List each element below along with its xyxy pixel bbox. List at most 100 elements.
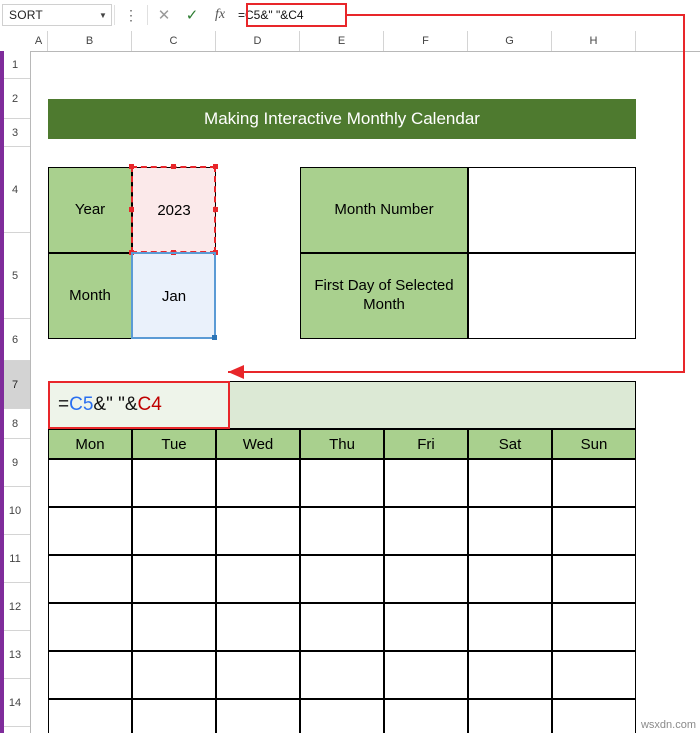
calendar-title-banner: Making Interactive Monthly Calendar: [48, 99, 636, 139]
cell-area: Making Interactive Monthly Calendar Year…: [30, 51, 700, 733]
spreadsheet-grid: ABCDEFGH 1 2 3 4 5 6 7 8 9 10 11 12 13 14 Making Inte…: [0, 31, 700, 733]
calendar-day-cell[interactable]: [48, 459, 132, 507]
column-header-b[interactable]: B: [48, 31, 132, 51]
month-value-cell[interactable]: Jan: [132, 253, 216, 339]
first-day-label: First Day of Selected Month: [300, 253, 468, 339]
insert-function-icon[interactable]: fx: [206, 2, 234, 28]
calendar-day-cell[interactable]: [216, 555, 300, 603]
month-label: Month: [48, 253, 132, 339]
calendar-day-cell[interactable]: [216, 651, 300, 699]
row-header-7[interactable]: 7: [0, 361, 30, 409]
calendar-day-cell[interactable]: [216, 459, 300, 507]
cancel-icon[interactable]: ✕: [150, 2, 178, 28]
formula-equals: =: [58, 394, 70, 415]
calendar-day-cell[interactable]: [300, 459, 384, 507]
calendar-day-cell[interactable]: [468, 459, 552, 507]
calendar-day-cell[interactable]: [132, 651, 216, 699]
column-header-c[interactable]: C: [132, 31, 216, 51]
year-label-text: Year: [74, 200, 106, 218]
calendar-day-cell[interactable]: [552, 459, 636, 507]
row-header-column: 1 2 3 4 5 6 7 8 9 10 11 12 13 14: [0, 51, 31, 733]
column-header-a[interactable]: A: [30, 31, 48, 51]
month-value-text: Jan: [161, 287, 187, 305]
calendar-day-cell[interactable]: [300, 507, 384, 555]
calendar-day-cell[interactable]: [216, 507, 300, 555]
watermark: wsxdn.com: [640, 719, 696, 731]
marquee-handle: [213, 250, 218, 255]
row-header-5[interactable]: 5: [0, 233, 30, 319]
calendar-day-cell[interactable]: [552, 507, 636, 555]
calendar-day-cell[interactable]: [384, 651, 468, 699]
column-header-h[interactable]: H: [552, 31, 636, 51]
calendar-day-cell[interactable]: [384, 699, 468, 733]
calendar-day-cell[interactable]: [300, 699, 384, 733]
calendar-day-cell[interactable]: [468, 555, 552, 603]
divider: [114, 5, 115, 25]
calendar-header-fri: Fri: [384, 429, 468, 459]
calendar-day-cell[interactable]: [384, 603, 468, 651]
marquee-handle: [171, 250, 176, 255]
calendar-day-cell[interactable]: [132, 459, 216, 507]
month-number-label-text: Month Number: [334, 200, 434, 218]
calendar-header-sat: Sat: [468, 429, 552, 459]
calendar-day-cell[interactable]: [132, 699, 216, 733]
calendar-day-cell[interactable]: [216, 699, 300, 733]
calendar-day-cell[interactable]: [48, 603, 132, 651]
row-header-1[interactable]: 1: [0, 51, 30, 79]
calendar-day-cell[interactable]: [300, 555, 384, 603]
row-header-3[interactable]: 3: [0, 119, 30, 147]
calendar-day-cell[interactable]: [300, 603, 384, 651]
calendar-day-cell[interactable]: [300, 651, 384, 699]
row-header-13[interactable]: 13: [0, 631, 30, 679]
calendar-day-cell[interactable]: [468, 603, 552, 651]
row-header-10[interactable]: 10: [0, 487, 30, 535]
confirm-icon[interactable]: ✓: [178, 2, 206, 28]
marquee-handle: [129, 164, 134, 169]
calendar-day-cell[interactable]: [48, 507, 132, 555]
calendar-day-cell[interactable]: [552, 555, 636, 603]
marquee-handle: [129, 250, 134, 255]
calendar-header-mon: Mon: [48, 429, 132, 459]
year-value-cell[interactable]: 2023: [132, 167, 216, 253]
calendar-day-cell[interactable]: [552, 651, 636, 699]
row-header-9[interactable]: 9: [0, 439, 30, 487]
row-header-12[interactable]: 12: [0, 583, 30, 631]
calendar-day-cell[interactable]: [48, 555, 132, 603]
more-options-icon[interactable]: ⋮: [117, 2, 145, 28]
formula-bar: SORT ▼ ⋮ ✕ ✓ fx =C5&" "&C4: [0, 0, 700, 30]
calendar-day-cell[interactable]: [132, 507, 216, 555]
month-number-value-cell[interactable]: [468, 167, 636, 253]
month-label-text: Month: [69, 286, 111, 304]
formula-entry-cell[interactable]: = C5 &" "& C4: [48, 381, 230, 429]
calendar-day-cell[interactable]: [468, 507, 552, 555]
marquee-handle: [129, 207, 134, 212]
row-header-4[interactable]: 4: [0, 147, 30, 233]
calendar-day-cell[interactable]: [384, 507, 468, 555]
calendar-day-cell[interactable]: [48, 651, 132, 699]
formula-ref-c5: C5: [69, 394, 94, 415]
calendar-day-cell[interactable]: [48, 699, 132, 733]
calendar-day-cell[interactable]: [468, 699, 552, 733]
row-header-14[interactable]: 14: [0, 679, 30, 727]
column-header-d[interactable]: D: [216, 31, 300, 51]
calendar-day-cell[interactable]: [384, 459, 468, 507]
column-header-g[interactable]: G: [468, 31, 552, 51]
calendar-day-cell[interactable]: [216, 603, 300, 651]
row-header-11[interactable]: 11: [0, 535, 30, 583]
calendar-day-cell[interactable]: [468, 651, 552, 699]
chevron-down-icon[interactable]: ▼: [95, 5, 111, 25]
calendar-day-cell[interactable]: [132, 603, 216, 651]
row-header-6[interactable]: 6: [0, 319, 30, 361]
row-header-8[interactable]: 8: [0, 409, 30, 439]
calendar-header-tue: Tue: [132, 429, 216, 459]
marquee-handle: [171, 164, 176, 169]
name-box[interactable]: SORT ▼: [2, 4, 112, 26]
column-header-e[interactable]: E: [300, 31, 384, 51]
calendar-day-cell[interactable]: [132, 555, 216, 603]
column-header-f[interactable]: F: [384, 31, 468, 51]
calendar-day-cell[interactable]: [552, 603, 636, 651]
calendar-day-cell[interactable]: [552, 699, 636, 733]
first-day-value-cell[interactable]: [468, 253, 636, 339]
row-header-2[interactable]: 2: [0, 79, 30, 119]
calendar-day-cell[interactable]: [384, 555, 468, 603]
